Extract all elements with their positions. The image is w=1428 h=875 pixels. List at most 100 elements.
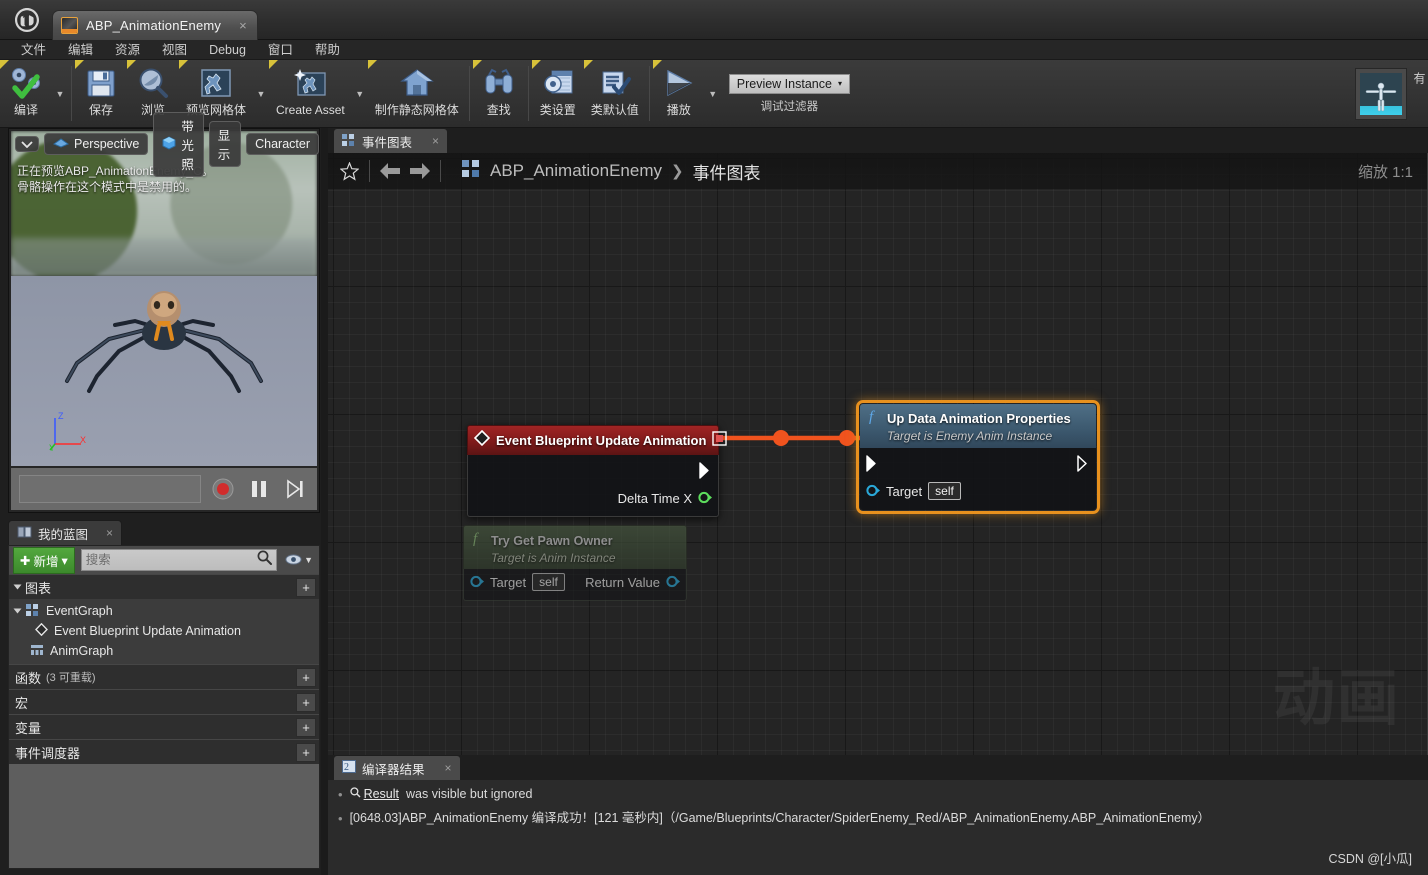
create-asset-button[interactable]: Create Asset [269, 60, 352, 127]
compiler-results-panel: 2 编译器结果 × • Result was visible but ignor… [328, 755, 1428, 875]
animation-timeline-scrubber[interactable] [19, 475, 201, 503]
tree-item-animgraph-label: AnimGraph [50, 644, 114, 658]
breadcrumb: ABP_AnimationEnemy ❯ 事件图表 [462, 159, 761, 184]
node-try-get-pawn-owner[interactable]: f Try Get Pawn Owner Target is Anim Inst… [463, 525, 687, 601]
node-body: Target self Return Value [463, 569, 687, 601]
play-button[interactable]: 播放 [652, 60, 705, 127]
close-icon[interactable]: × [445, 761, 452, 775]
section-event-dispatchers[interactable]: 事件调度器 + [9, 739, 319, 764]
title-bar: ABP_AnimationEnemy × [0, 0, 1428, 40]
tree-item-eventgraph[interactable]: EventGraph [9, 601, 319, 621]
class-settings-button[interactable]: 类设置 [531, 60, 584, 127]
viewport-options-dropdown[interactable] [15, 136, 39, 152]
add-macro-button[interactable]: + [296, 692, 316, 712]
save-button[interactable]: 保存 [75, 60, 127, 127]
add-function-button[interactable]: + [296, 667, 316, 687]
result-link-result[interactable]: Result [349, 786, 399, 803]
compiler-results-list[interactable]: • Result was visible but ignored • [0648… [328, 780, 1428, 875]
menu-item-view[interactable]: 视图 [151, 40, 198, 60]
node-exec-out-row [468, 455, 718, 485]
compiler-results-icon: 2 [342, 760, 356, 776]
data-input-pin-target[interactable] [866, 484, 880, 498]
add-event-dispatcher-button[interactable]: + [296, 742, 316, 762]
node-header: f Try Get Pawn Owner Target is Anim Inst… [463, 525, 687, 569]
target-self-value[interactable]: self [532, 573, 565, 591]
house-icon [399, 63, 435, 103]
perspective-icon [52, 137, 70, 151]
close-icon[interactable]: × [239, 18, 247, 33]
record-button[interactable] [209, 475, 237, 503]
tab-my-blueprint[interactable]: 我的蓝图 × [8, 520, 123, 545]
search-input[interactable] [85, 553, 258, 567]
expander-triangle-icon[interactable] [13, 584, 22, 590]
search-icon[interactable] [257, 550, 273, 570]
tree-item-event-blueprint-update-animation[interactable]: Event Blueprint Update Animation [9, 621, 319, 641]
csdn-watermark: CSDN @[小瓜] [1328, 852, 1412, 866]
data-output-pin-delta-time-x[interactable] [698, 491, 712, 505]
tab-compiler-results[interactable]: 2 编译器结果 × [334, 756, 460, 780]
visibility-options-button[interactable]: ▼ [283, 553, 315, 567]
tab-event-graph[interactable]: 事件图表 × [334, 129, 448, 153]
my-blueprint-search-box[interactable] [80, 549, 278, 571]
node-collapse-icon[interactable] [712, 430, 728, 451]
exec-output-pin[interactable] [699, 462, 712, 479]
target-self-value[interactable]: self [928, 482, 961, 500]
data-output-pin-return-value[interactable] [666, 575, 680, 589]
menu-item-edit[interactable]: 编辑 [57, 40, 104, 60]
step-forward-button[interactable] [281, 475, 309, 503]
add-graph-button[interactable]: + [296, 577, 316, 597]
menu-item-help[interactable]: 帮助 [304, 40, 351, 60]
menu-item-assets[interactable]: 资源 [104, 40, 151, 60]
compile-icon [7, 63, 45, 103]
toolbar-corner-marker [269, 60, 279, 69]
bookmark-star-button[interactable] [334, 156, 364, 186]
section-variables-label: 变量 [15, 720, 42, 736]
compile-button[interactable]: 编译 [0, 60, 52, 127]
viewport-axis-gizmo: Z X Y [47, 411, 87, 453]
section-variables[interactable]: 变量 + [9, 714, 319, 739]
tab-my-blueprint-label: 我的蓝图 [38, 527, 89, 542]
create-asset-dropdown-arrow[interactable]: ▼ [352, 60, 368, 127]
compile-dropdown-arrow[interactable]: ▼ [52, 60, 68, 127]
expander-triangle-icon[interactable] [13, 608, 22, 614]
viewport-show-dropdown[interactable]: 显示 [208, 121, 242, 167]
tab-event-graph-label: 事件图表 [362, 135, 413, 150]
viewport-lit-mode-dropdown[interactable]: 带光照 [153, 111, 204, 177]
data-input-pin-target[interactable] [470, 575, 484, 589]
pause-button[interactable] [245, 475, 273, 503]
section-functions[interactable]: 函数 (3 可重载) + [9, 664, 319, 689]
add-variable-button[interactable]: + [296, 717, 316, 737]
node-exec-row [860, 448, 1096, 478]
play-dropdown-arrow[interactable]: ▼ [705, 60, 721, 127]
menu-item-window[interactable]: 窗口 [257, 40, 304, 60]
node-up-data-animation-properties[interactable]: f Up Data Animation Properties Target is… [856, 400, 1100, 514]
character-preview-thumbnail[interactable] [1355, 67, 1407, 120]
close-icon[interactable]: × [106, 526, 113, 540]
add-new-button[interactable]: ✚ 新增 ▾ [13, 546, 75, 574]
make-static-mesh-button[interactable]: 制作静态网格体 [367, 60, 466, 127]
node-event-blueprint-update-animation[interactable]: Event Blueprint Update Animation Delta T… [467, 425, 728, 517]
breadcrumb-root[interactable]: ABP_AnimationEnemy [490, 161, 662, 181]
section-graphs[interactable]: 图表 + [9, 574, 319, 599]
section-macros[interactable]: 宏 + [9, 689, 319, 714]
close-icon[interactable]: × [432, 134, 439, 148]
menu-item-file[interactable]: 文件 [10, 40, 57, 60]
menu-item-debug[interactable]: Debug [198, 40, 257, 60]
panel-splitter[interactable] [321, 128, 328, 875]
document-tab-abp-animationenemy[interactable]: ABP_AnimationEnemy × [52, 10, 258, 40]
blueprint-graph-canvas[interactable]: ABP_AnimationEnemy ❯ 事件图表 缩放 1:1 动画 Even… [328, 153, 1428, 755]
class-defaults-button[interactable]: 类默认值 [583, 60, 646, 127]
navigate-forward-button[interactable] [405, 156, 435, 186]
my-blueprint-search-row: ✚ 新增 ▾ ▼ [9, 546, 319, 574]
viewport-view-mode-dropdown[interactable]: Perspective [44, 133, 149, 155]
unreal-logo-icon [10, 4, 44, 36]
blueprint-asset-icon [61, 17, 78, 34]
debug-filter-dropdown[interactable]: Preview Instance ▾ [728, 73, 850, 94]
exec-output-pin[interactable] [1077, 455, 1090, 472]
exec-input-pin[interactable] [866, 455, 879, 472]
find-button[interactable]: 查找 [472, 60, 525, 127]
navigate-back-button[interactable] [375, 156, 405, 186]
preview-mesh-dropdown-arrow[interactable]: ▼ [253, 60, 269, 127]
tree-item-animgraph[interactable]: AnimGraph [9, 641, 319, 661]
viewport-character-dropdown[interactable]: Character [246, 133, 319, 155]
